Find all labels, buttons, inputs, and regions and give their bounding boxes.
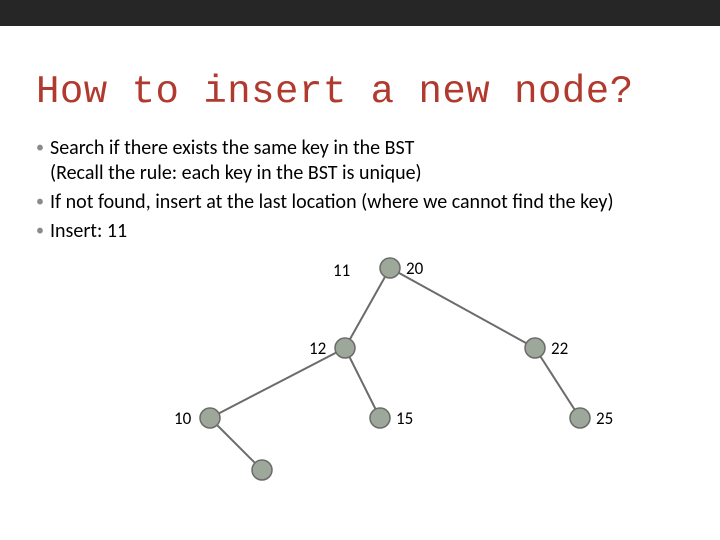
node-label: 25 xyxy=(596,408,613,429)
node-label: 10 xyxy=(174,408,191,429)
node-label: 22 xyxy=(551,338,568,359)
bullet-text: If not found, insert at the last locatio… xyxy=(50,190,614,214)
insert-value-label: 11 xyxy=(333,260,350,281)
tree-edge xyxy=(345,348,380,418)
tree-node xyxy=(570,408,590,428)
bullet-text: Insert: 11 xyxy=(50,219,127,243)
bullet-item: Insert: 11 xyxy=(36,219,684,244)
tree-node xyxy=(525,338,545,358)
node-label: 12 xyxy=(309,338,326,359)
tree-node xyxy=(200,408,220,428)
bullet-text: Search if there exists the same key in t… xyxy=(50,136,422,185)
tree-node xyxy=(380,258,400,278)
bst-diagram: 20 12 22 10 15 25 11 xyxy=(40,248,680,488)
node-label: 20 xyxy=(406,258,423,279)
tree-node xyxy=(335,338,355,358)
node-label: 15 xyxy=(396,408,413,429)
bullet-item: Search if there exists the same key in t… xyxy=(36,136,684,186)
tree-edge xyxy=(345,268,390,348)
tree-node xyxy=(252,460,272,480)
bullet-list: Search if there exists the same key in t… xyxy=(36,136,684,244)
tree-edge xyxy=(210,418,262,470)
slide-title: How to insert a new node? xyxy=(36,70,684,114)
top-bar xyxy=(0,0,720,26)
tree-node xyxy=(370,408,390,428)
slide-body: How to insert a new node? Search if ther… xyxy=(0,26,720,488)
tree-edge xyxy=(390,268,535,348)
bst-svg xyxy=(40,248,680,488)
bullet-item: If not found, insert at the last locatio… xyxy=(36,190,684,215)
